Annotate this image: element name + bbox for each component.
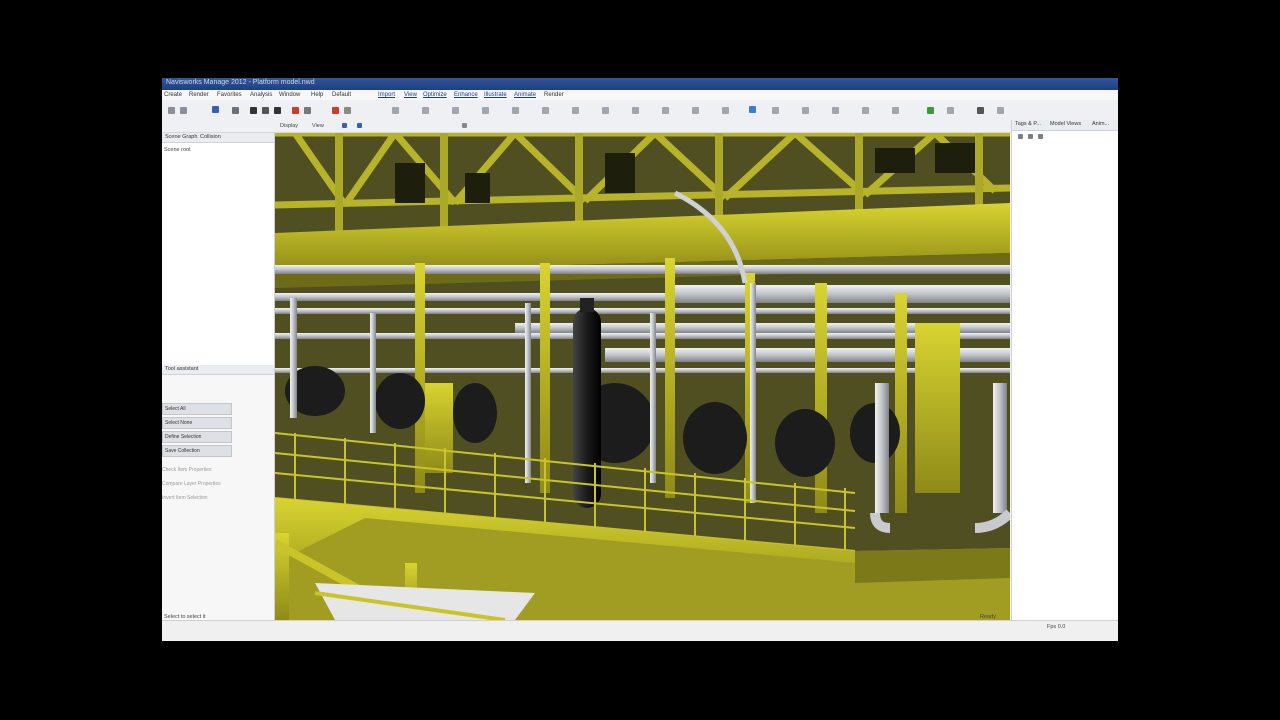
hide-icon[interactable] <box>692 107 699 114</box>
status-hint: Select to select it <box>164 614 206 620</box>
menu-render[interactable]: Render <box>189 92 209 98</box>
menu-analysis[interactable]: Analysis <box>250 92 272 98</box>
tab-animation[interactable]: Anim... <box>1092 121 1109 127</box>
menu-render-2[interactable]: Render <box>544 92 564 98</box>
select-all-label: Select All <box>165 406 186 412</box>
animator-icon[interactable] <box>947 107 954 114</box>
clash-icon[interactable] <box>832 107 839 114</box>
camera-icon[interactable] <box>452 107 459 114</box>
menu-optimize[interactable]: Optimize <box>423 92 447 98</box>
redline-icon[interactable] <box>602 107 609 114</box>
display-tab[interactable]: Display <box>280 123 298 129</box>
measure-icon[interactable] <box>572 107 579 114</box>
menu-favorites[interactable]: Favorites <box>217 92 242 98</box>
viewport-scene <box>275 133 1010 620</box>
tool-assistant-panel: Tool assistant Select All Select None De… <box>162 365 275 620</box>
tab-collision[interactable]: Collision <box>200 134 221 140</box>
timeliner-icon[interactable] <box>862 107 869 114</box>
application-window: Navisworks Manage 2012 - Platform model.… <box>162 78 1118 641</box>
focus-icon[interactable] <box>422 107 429 114</box>
menu-illustrate[interactable]: Illustrate <box>484 92 507 98</box>
assistant-option[interactable]: Invert Item Selection <box>162 495 208 501</box>
title-bar: Navisworks Manage 2012 - Platform model.… <box>162 78 1118 90</box>
toolbar-icon[interactable] <box>1018 134 1023 139</box>
save-icon[interactable] <box>232 107 239 114</box>
undo-icon[interactable] <box>168 107 175 114</box>
redo-icon[interactable] <box>180 107 187 114</box>
menu-animate[interactable]: Animate <box>514 92 536 98</box>
save-collection-button[interactable]: Save Collection <box>162 445 232 457</box>
render-style-icon[interactable] <box>542 107 549 114</box>
view-icon[interactable] <box>392 107 399 114</box>
status-bar: Select to select it Ready Fps 0.0 <box>162 614 1118 641</box>
walk-icon[interactable] <box>274 107 281 114</box>
menu-view[interactable]: View <box>404 92 417 98</box>
select-none-label: Select None <box>165 420 193 426</box>
select-icon[interactable] <box>212 106 219 113</box>
look-icon[interactable] <box>344 107 351 114</box>
define-selection-button[interactable]: Define Selection <box>162 431 232 443</box>
tool-assistant-header: Tool assistant <box>162 365 274 375</box>
black-column-vessel <box>573 298 601 508</box>
menu-default[interactable]: Default <box>332 92 351 98</box>
toolbar-icon[interactable] <box>1038 134 1043 139</box>
tree-root[interactable]: Scene root <box>164 147 191 153</box>
right-panel-tabs: Tags & P... Model Views Anim... <box>1012 120 1118 131</box>
options-icon[interactable] <box>997 107 1004 114</box>
play-icon[interactable] <box>927 107 934 114</box>
orbit-icon[interactable] <box>262 107 269 114</box>
secondary-toolbar: Display View <box>162 120 1118 133</box>
rotate-icon[interactable] <box>357 123 362 128</box>
main-toolbar <box>162 100 1118 121</box>
toolbar-icon[interactable] <box>1028 134 1033 139</box>
view-tab[interactable]: View <box>312 123 324 129</box>
save-collection-label: Save Collection <box>165 448 200 454</box>
properties-icon[interactable] <box>802 107 809 114</box>
highlight-icon[interactable] <box>749 106 756 113</box>
right-panel: Tags & P... Model Views Anim... <box>1011 120 1118 620</box>
3d-viewport[interactable] <box>275 133 1010 620</box>
tab-scene-graph[interactable]: Scene Graph <box>165 134 197 140</box>
require-icon[interactable] <box>722 107 729 114</box>
menu-import[interactable]: Import <box>378 92 395 98</box>
assistant-option[interactable]: Check Item Properties <box>162 467 211 473</box>
pan-icon[interactable] <box>250 107 257 114</box>
status-fps: Fps 0.0 <box>1047 624 1066 630</box>
tool-assistant-title: Tool assistant <box>165 366 199 372</box>
section-icon[interactable] <box>482 107 489 114</box>
window-title: Navisworks Manage 2012 - Platform model.… <box>166 79 315 86</box>
zoom-icon[interactable] <box>304 107 311 114</box>
presenter-icon[interactable] <box>892 107 899 114</box>
status-ready: Ready <box>980 614 996 620</box>
light-icon[interactable] <box>512 107 519 114</box>
tab-tags[interactable]: Tags & P... <box>1015 121 1041 127</box>
menu-create[interactable]: Create <box>164 92 182 98</box>
stop-icon[interactable] <box>332 107 339 114</box>
navigate-icon[interactable] <box>342 123 347 128</box>
select-none-button[interactable]: Select None <box>162 417 232 429</box>
scene-panel-tabs: Scene Graph Collision <box>162 133 274 143</box>
tag-icon[interactable] <box>662 107 669 114</box>
zoom-window-icon[interactable] <box>462 123 467 128</box>
menu-enhance[interactable]: Enhance <box>454 92 478 98</box>
assistant-option[interactable]: Compare Layer Properties <box>162 481 221 487</box>
tab-model-views[interactable]: Model Views <box>1050 121 1081 127</box>
define-selection-label: Define Selection <box>165 434 202 440</box>
scripter-icon[interactable] <box>977 107 984 114</box>
menu-window[interactable]: Window <box>279 92 300 98</box>
comment-icon[interactable] <box>632 107 639 114</box>
record-icon[interactable] <box>292 107 299 114</box>
scene-panel: Scene Graph Collision Scene root <box>162 133 275 365</box>
menu-bar: Create Render Favorites Analysis Window … <box>162 90 1118 100</box>
menu-help[interactable]: Help <box>311 92 323 98</box>
grid-icon[interactable] <box>772 107 779 114</box>
select-all-button[interactable]: Select All <box>162 403 232 415</box>
